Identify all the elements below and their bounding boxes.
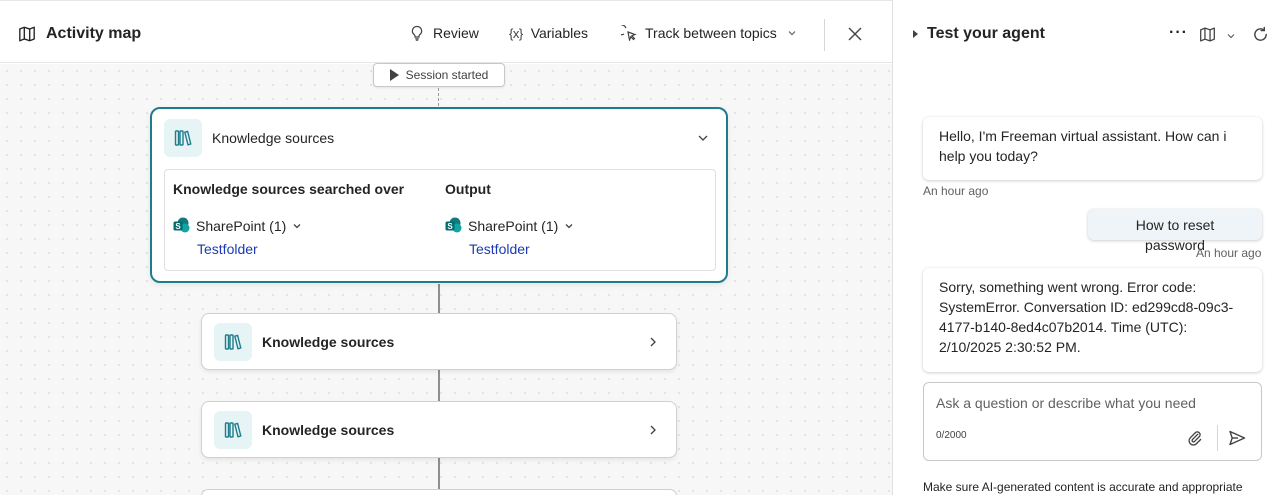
map-icon (19, 26, 35, 42)
ai-disclaimer: Make sure AI-generated content is accura… (923, 480, 1243, 494)
variables-button-label: Variables (530, 25, 589, 41)
library-icon (164, 119, 202, 157)
chevron-down-icon (565, 223, 573, 228)
lightbulb-icon (411, 25, 423, 41)
variable-icon: {x} (509, 25, 523, 41)
searched-over-column: Knowledge sources searched over S ShareP… (173, 181, 404, 257)
cursor-click-icon (621, 25, 637, 41)
chevron-down-icon[interactable] (1226, 31, 1236, 41)
test-agent-title: Test your agent (927, 25, 1045, 42)
more-options-icon[interactable]: ··· (1169, 24, 1188, 42)
message-timestamp: An hour ago (923, 184, 989, 198)
attach-icon[interactable] (1186, 429, 1203, 446)
flow-connector (438, 458, 440, 489)
chevron-down-icon (293, 223, 301, 228)
test-agent-panel: Test your agent ··· Hello, I'm Freeman v… (893, 0, 1279, 495)
output-column: Output S SharePoint (1) Testfolder (445, 181, 574, 257)
test-agent-header[interactable]: Test your agent (913, 25, 1045, 43)
track-between-topics-dropdown[interactable]: Track between topics (621, 25, 797, 41)
output-header: Output (445, 181, 491, 197)
message-timestamp: An hour ago (1196, 246, 1262, 260)
knowledge-sources-node[interactable]: Knowledge sources (201, 401, 677, 458)
sharepoint-icon: S (173, 217, 190, 233)
chat-input[interactable] (936, 395, 1246, 411)
session-started-label: Session started (405, 68, 489, 82)
toolbar-divider (824, 19, 825, 51)
knowledge-sources-node-expanded[interactable]: Knowledge sources Knowledge sources sear… (150, 107, 728, 283)
flow-node-partial[interactable] (201, 489, 677, 495)
review-button[interactable]: Review (409, 25, 479, 41)
review-button-label: Review (433, 25, 479, 41)
sharepoint-output-dropdown[interactable]: S SharePoint (1) (445, 217, 574, 234)
knowledge-sources-details: Knowledge sources searched over S ShareP… (164, 169, 716, 271)
flow-connector (438, 284, 440, 313)
library-icon (214, 411, 252, 449)
bot-message: Hello, I'm Freeman virtual assistant. Ho… (923, 117, 1262, 180)
session-started-node[interactable]: Session started (373, 63, 505, 87)
searched-over-header: Knowledge sources searched over (173, 181, 405, 197)
character-counter: 0/2000 (936, 430, 967, 441)
caret-right-icon (913, 30, 918, 38)
chat-composer: 0/2000 (923, 382, 1262, 461)
chevron-right-icon (650, 425, 656, 435)
user-message: How to reset password (1088, 209, 1262, 253)
svg-text:S: S (175, 222, 181, 231)
output-folder-link[interactable]: Testfolder (469, 241, 574, 257)
svg-text:S: S (447, 222, 453, 231)
chevron-right-icon (650, 337, 656, 347)
refresh-icon[interactable] (1252, 26, 1269, 43)
map-icon[interactable] (1199, 26, 1216, 43)
node-title: Knowledge sources (262, 422, 395, 438)
composer-divider (1217, 425, 1218, 451)
activity-map-header: Activity map Review {x} Variables Track … (0, 1, 892, 63)
sharepoint-output-label: SharePoint (1) (468, 217, 559, 234)
close-icon[interactable] (847, 26, 863, 42)
knowledge-sources-node[interactable]: Knowledge sources (201, 313, 677, 370)
send-icon[interactable] (1228, 429, 1246, 447)
sharepoint-searched-dropdown[interactable]: S SharePoint (1) (173, 217, 404, 234)
activity-map-title-text: Activity map (46, 25, 142, 42)
chevron-down-icon (788, 31, 796, 36)
library-icon (214, 323, 252, 361)
activity-map-title: Activity map (18, 25, 141, 43)
play-icon (389, 69, 399, 81)
variables-button[interactable]: {x} Variables (509, 25, 588, 41)
chevron-down-icon[interactable] (697, 132, 709, 144)
node-title: Knowledge sources (212, 130, 335, 146)
sharepoint-icon: S (445, 217, 462, 233)
sharepoint-searched-label: SharePoint (1) (196, 217, 287, 234)
searched-folder-link[interactable]: Testfolder (197, 241, 404, 257)
track-between-topics-label: Track between topics (645, 25, 777, 41)
flow-connector (438, 370, 440, 401)
flow-connector (438, 88, 439, 106)
activity-map-panel: Activity map Review {x} Variables Track … (0, 0, 892, 495)
node-title: Knowledge sources (262, 334, 395, 350)
bot-error-message: Sorry, something went wrong. Error code:… (923, 268, 1262, 372)
